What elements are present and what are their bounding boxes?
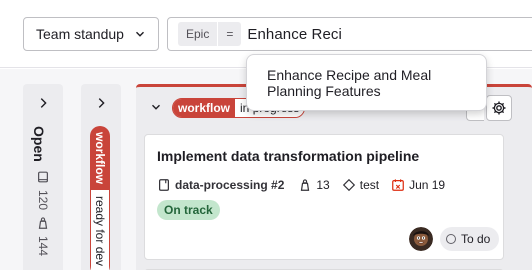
chevron-down-icon[interactable] xyxy=(149,100,163,114)
search-query-text[interactable]: Enhance Reci xyxy=(247,26,342,43)
column-counts: 120 144 xyxy=(31,170,55,256)
issue-milestone[interactable]: test xyxy=(360,178,379,192)
search-token-name[interactable]: Epic xyxy=(178,22,218,46)
issue-reference[interactable]: data-processing #2 xyxy=(175,178,284,192)
filtered-search-input[interactable]: Epic = Enhance Reci xyxy=(167,17,532,51)
board-column-open: Open 120 144 xyxy=(23,84,63,270)
column-open-header: Open 120 144 xyxy=(31,126,55,256)
issue-icon xyxy=(159,179,169,191)
board-column-in-progress: workflow in progress Implement data tran… xyxy=(136,84,532,270)
column-settings-button[interactable] xyxy=(486,95,512,121)
issues-icon xyxy=(38,171,48,183)
column-title: Open xyxy=(31,126,47,162)
issue-card[interactable]: Implement data transformation pipeline d… xyxy=(144,134,504,260)
search-token-operator[interactable]: = xyxy=(218,22,242,46)
board-select-value: Team standup xyxy=(36,26,124,42)
card-title[interactable]: Implement data transformation pipeline xyxy=(157,148,419,164)
search-suggestions-dropdown: Enhance Recipe and Meal Planning Feature… xyxy=(246,54,487,111)
label-key: workflow xyxy=(173,99,236,117)
milestone-icon xyxy=(342,178,355,192)
calendar-overdue-icon xyxy=(392,179,404,191)
weight-icon xyxy=(38,217,48,229)
chevron-right-icon[interactable] xyxy=(94,96,108,110)
board-select[interactable]: Team standup xyxy=(23,17,159,51)
weight-icon xyxy=(301,179,310,191)
weight-count: 144 xyxy=(36,235,50,256)
column-label-badge: workflow ready for dev xyxy=(90,126,110,270)
chevron-down-icon xyxy=(136,31,144,37)
status-label: To do xyxy=(461,232,491,246)
suggestion-item[interactable]: Enhance Recipe and Meal Planning Feature… xyxy=(267,67,466,99)
issue-count: 120 xyxy=(36,189,50,210)
board-column-ready-for-dev: workflow ready for dev xyxy=(81,84,121,270)
chevron-right-icon[interactable] xyxy=(36,96,50,110)
card-metadata: data-processing #2 13 test Jun 19 xyxy=(157,177,445,193)
gear-icon xyxy=(492,101,506,115)
avatar-image xyxy=(409,227,433,251)
status-open-icon xyxy=(446,234,456,244)
issue-due-date: Jun 19 xyxy=(409,178,446,192)
health-status-badge: On track xyxy=(157,200,220,220)
label-key: workflow xyxy=(90,126,110,191)
status-pill[interactable]: To do xyxy=(440,227,500,251)
assignee-avatar[interactable] xyxy=(409,227,433,251)
issue-weight: 13 xyxy=(316,178,330,192)
label-value: ready for dev xyxy=(90,190,110,270)
